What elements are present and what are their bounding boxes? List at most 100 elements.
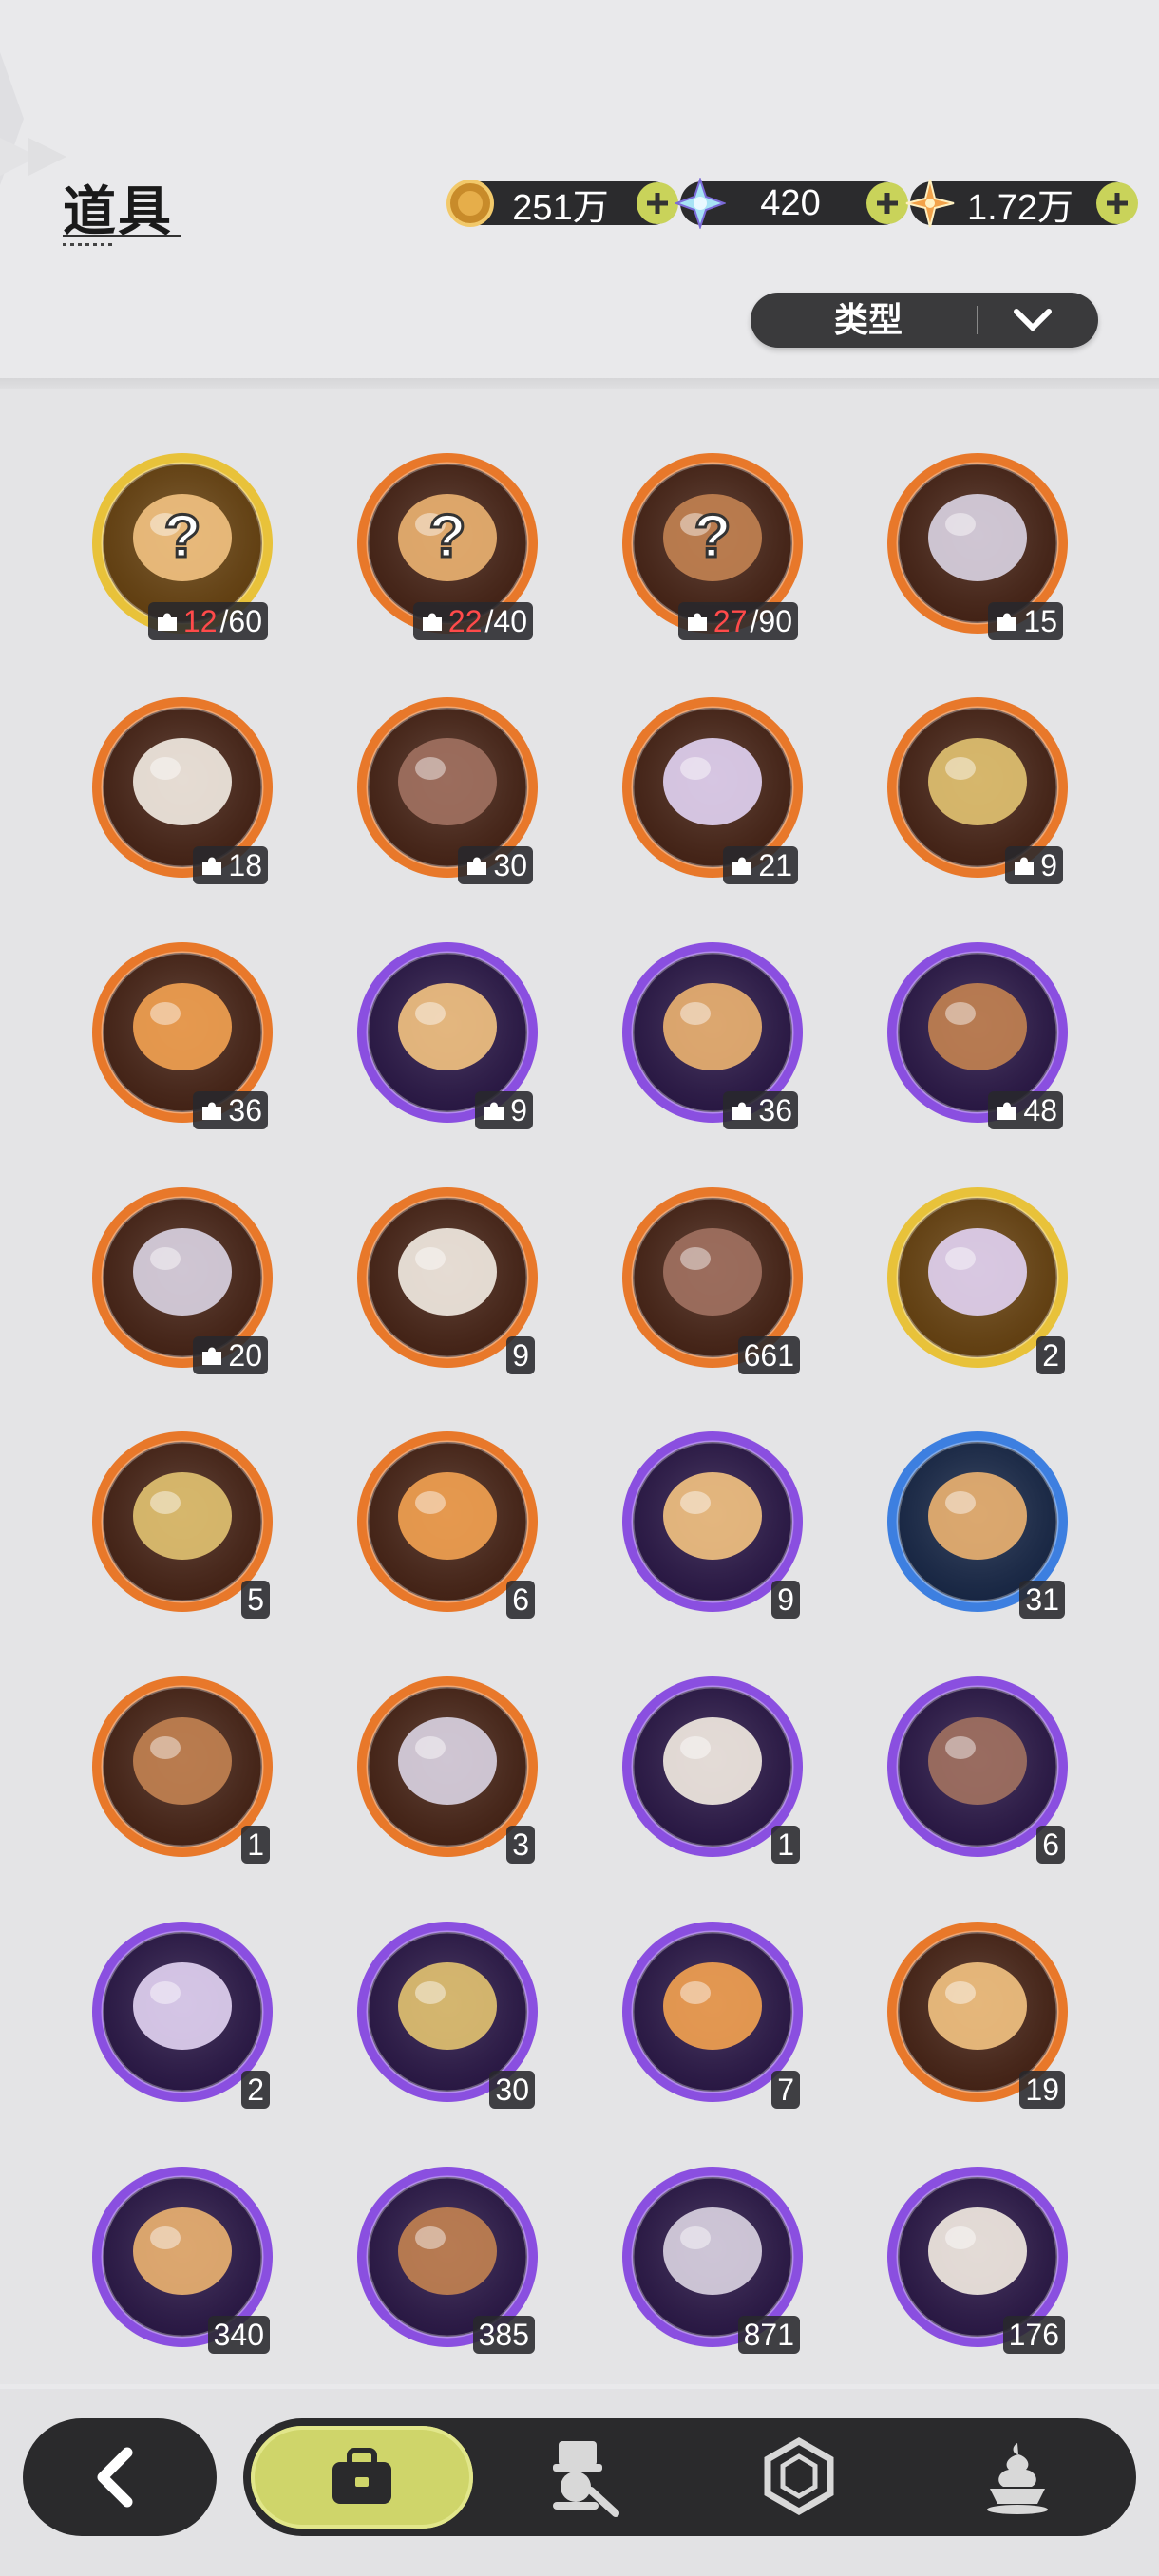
- inventory-item[interactable]: 18: [89, 694, 276, 884]
- item-count: 19: [1025, 2073, 1059, 2107]
- inventory-item[interactable]: 30: [354, 1919, 541, 2109]
- puzzle-icon: [998, 613, 1017, 631]
- tab-bag[interactable]: [251, 2426, 473, 2529]
- item-count-badge: 7: [771, 2071, 800, 2109]
- inventory-item[interactable]: 15: [884, 450, 1071, 640]
- svg-text:?: ?: [694, 502, 731, 570]
- currency-star-shard: 1.72万: [905, 179, 1138, 228]
- required-count: /60: [219, 604, 262, 638]
- item-count: 6: [1042, 1828, 1059, 1862]
- item-count-badge: 1: [241, 1826, 270, 1864]
- inventory-item[interactable]: 5: [89, 1429, 276, 1619]
- item-count: 15: [1023, 604, 1057, 638]
- filter-label: 类型: [833, 300, 902, 339]
- inventory-item[interactable]: ? 27/90: [619, 450, 806, 640]
- inventory-item[interactable]: 1: [619, 1674, 806, 1864]
- item-count-badge: 2: [1036, 1336, 1065, 1374]
- puzzle-icon: [202, 857, 222, 875]
- filter-separator: [977, 306, 978, 334]
- item-count: 18: [228, 848, 262, 882]
- tab-character[interactable]: [538, 2434, 623, 2519]
- inventory-item[interactable]: 340: [89, 2164, 276, 2354]
- item-count-badge: 1: [771, 1826, 800, 1864]
- inventory-item[interactable]: 9: [884, 694, 1071, 884]
- inventory-item[interactable]: ? 12/60: [89, 450, 276, 640]
- inventory-item[interactable]: 871: [619, 2164, 806, 2354]
- item-count: 871: [743, 2318, 794, 2352]
- inventory-item[interactable]: 2: [89, 1919, 276, 2109]
- add-gold-button[interactable]: [636, 182, 678, 224]
- inventory-item[interactable]: 9: [354, 1184, 541, 1374]
- item-count-badge: 36: [723, 1091, 798, 1129]
- inventory-item[interactable]: 7: [619, 1919, 806, 2109]
- item-count-badge: 9: [771, 1581, 800, 1619]
- item-count: 30: [493, 848, 527, 882]
- item-count: 48: [1023, 1093, 1057, 1127]
- title-underline: [63, 235, 180, 237]
- back-arrow-icon: [97, 2447, 133, 2508]
- item-count-badge: 6: [1036, 1826, 1065, 1864]
- puzzle-icon: [998, 1102, 1017, 1120]
- character-icon: [553, 2441, 619, 2517]
- item-count: 7: [777, 2073, 794, 2107]
- item-count-badge: 871: [737, 2316, 800, 2354]
- item-count: 9: [510, 1093, 527, 1127]
- puzzle-icon: [732, 857, 752, 875]
- item-count-badge: 48: [988, 1091, 1063, 1129]
- inventory-item[interactable]: 30: [354, 694, 541, 884]
- inventory-item[interactable]: 176: [884, 2164, 1071, 2354]
- inventory-item[interactable]: 6: [884, 1674, 1071, 1864]
- item-count: 20: [228, 1338, 262, 1373]
- item-count: 6: [512, 1582, 529, 1617]
- puzzle-icon: [467, 857, 487, 875]
- item-count: 1: [777, 1828, 794, 1862]
- inventory-item[interactable]: 31: [884, 1429, 1071, 1619]
- add-star-shard-button[interactable]: [1096, 182, 1138, 224]
- bag-icon: [332, 2448, 391, 2504]
- item-count-badge: 385: [472, 2316, 535, 2354]
- item-count: 340: [213, 2318, 264, 2352]
- inventory-item[interactable]: 36: [89, 939, 276, 1129]
- type-filter-dropdown[interactable]: 类型: [750, 293, 1098, 348]
- item-count: 21: [758, 848, 792, 882]
- back-button[interactable]: [23, 2418, 217, 2536]
- item-count-badge: 20: [193, 1336, 268, 1374]
- item-count: 9: [512, 1338, 529, 1373]
- item-count-badge: 31: [1019, 1581, 1065, 1619]
- inventory-item[interactable]: 21: [619, 694, 806, 884]
- tab-dessert[interactable]: [975, 2434, 1060, 2519]
- tab-gem[interactable]: [756, 2434, 842, 2519]
- item-count: 385: [478, 2318, 529, 2352]
- required-count: /90: [750, 604, 792, 638]
- puzzle-icon: [484, 1102, 504, 1120]
- currency-value: 420: [760, 182, 821, 223]
- item-count-badge: 18: [193, 846, 268, 884]
- inventory-item[interactable]: 36: [619, 939, 806, 1129]
- inventory-item[interactable]: 48: [884, 939, 1071, 1129]
- item-count-badge: 27/90: [677, 602, 798, 640]
- inventory-item[interactable]: 20: [89, 1184, 276, 1374]
- puzzle-icon: [732, 1102, 752, 1120]
- item-count-badge: 36: [193, 1091, 268, 1129]
- inventory-item[interactable]: 661: [619, 1184, 806, 1374]
- gem-icon: [764, 2436, 834, 2516]
- inventory-item[interactable]: 19: [884, 1919, 1071, 2109]
- puzzle-icon: [1015, 857, 1035, 875]
- add-crystal-button[interactable]: [866, 182, 908, 224]
- inventory-item[interactable]: 9: [619, 1429, 806, 1619]
- star-shard-icon: [905, 179, 955, 228]
- inventory-item[interactable]: 1: [89, 1674, 276, 1864]
- inventory-item[interactable]: 2: [884, 1184, 1071, 1374]
- inventory-item[interactable]: 6: [354, 1429, 541, 1619]
- inventory-item[interactable]: 385: [354, 2164, 541, 2354]
- currency-value: 251万: [512, 187, 609, 228]
- item-count: 30: [495, 2073, 529, 2107]
- inventory-item[interactable]: ? 22/40: [354, 450, 541, 640]
- item-count: 3: [512, 1828, 529, 1862]
- currency-crystal: 420: [674, 178, 908, 229]
- inventory-item[interactable]: 9: [354, 939, 541, 1129]
- puzzle-icon: [202, 1347, 222, 1365]
- inventory-item[interactable]: 3: [354, 1674, 541, 1864]
- item-count: 9: [1040, 848, 1057, 882]
- svg-text:?: ?: [428, 502, 466, 570]
